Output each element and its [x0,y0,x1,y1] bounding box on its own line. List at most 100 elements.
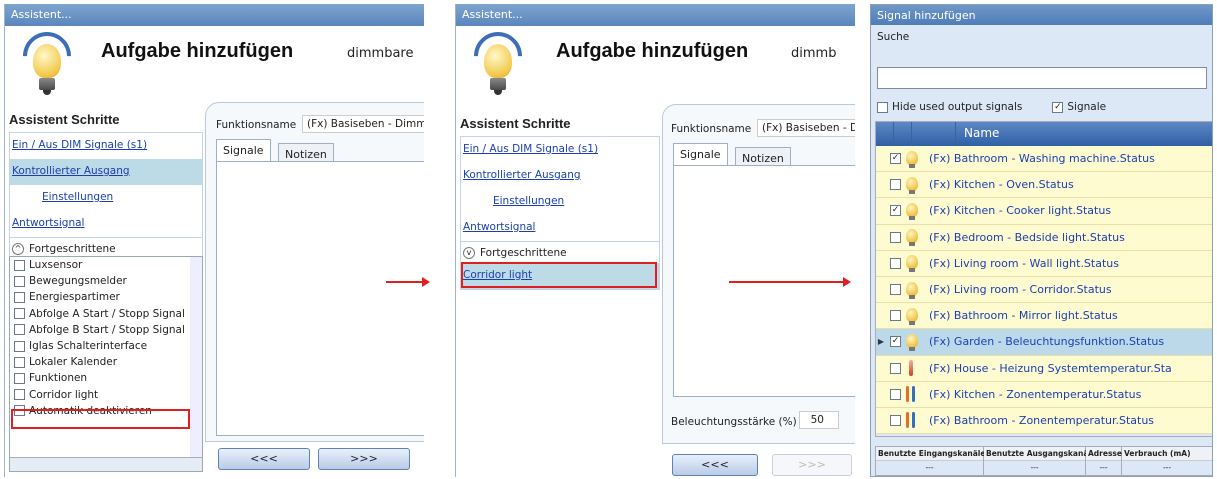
row-checkbox[interactable] [890,284,901,296]
row-checkbox[interactable]: ✓ [890,153,901,165]
advanced-label: Fortgeschrittene [29,242,116,255]
row-checkbox[interactable] [890,179,901,191]
back-button[interactable]: <<< [218,448,310,470]
hide-used-option[interactable]: Hide used output signals [877,101,1022,113]
checkbox[interactable] [14,308,25,320]
row-checkbox[interactable]: ✓ [890,336,901,348]
list-item[interactable]: Lokaler Kalender [10,354,202,370]
row-checkbox[interactable] [890,388,901,400]
row-checkbox[interactable] [890,362,901,374]
table-row[interactable]: (Fx) Bathroom - Mirror light.Status [876,303,1212,330]
step-controlled-output[interactable]: Kontrollierter Ausgang [461,163,659,189]
page-subtitle: dimmb [791,46,837,61]
footer-value: --- [1099,463,1108,472]
bulb-icon [901,332,921,352]
tab-notes[interactable]: Notizen [735,147,791,165]
table-row[interactable]: (Fx) Living room - Corridor.Status [876,276,1212,304]
list-item[interactable]: Abfolge B Start / Stopp Signal [10,322,202,338]
list-item[interactable]: Corridor light [10,387,202,403]
search-label: Suche [877,31,910,43]
checkbox[interactable] [14,340,25,352]
light-bulb-icon [13,22,81,104]
horizontal-scrollbar[interactable] [10,457,202,471]
list-item[interactable]: Funktionen [10,370,202,386]
footer-header: Benutzte Ausgangskanäle [984,447,1096,461]
step-settings[interactable]: Einstellungen [10,185,202,211]
checkbox[interactable] [14,275,25,287]
list-item[interactable]: Abfolge A Start / Stopp Signal [10,306,202,322]
function-name-label: Funktionsname [671,123,752,135]
table-row[interactable]: (Fx) Kitchen - Zonentemperatur.Status [876,381,1212,408]
next-button[interactable]: >>> [318,448,410,470]
function-name-field[interactable]: (Fx) Basiseben - Dimmb [302,115,424,133]
row-checkbox[interactable] [890,257,901,269]
table-row[interactable]: ✓ (Fx) Bathroom - Washing machine.Status [876,146,1212,173]
back-button[interactable]: <<< [672,454,758,476]
wizard-panel-1: Assistent... Aufgabe hinzufügen dimmbare… [4,4,424,477]
step-signals[interactable]: Ein / Aus DIM Signale (s1) [10,133,202,159]
step-controlled-output[interactable]: Kontrollierter Ausgang [10,159,202,185]
signale-option[interactable]: ✓ Signale [1052,101,1106,113]
footer-value: --- [925,463,934,472]
advanced-toggle[interactable]: v Fortgeschrittene [461,241,659,263]
function-name-label: Funktionsname [216,119,297,131]
next-button: >>> [772,454,852,476]
steps-heading: Assistent Schritte [9,112,120,127]
row-pointer-icon: ▶ [877,337,885,347]
highlight-box [461,262,657,288]
checkbox[interactable] [14,389,25,401]
step-signals[interactable]: Ein / Aus DIM Signale (s1) [461,137,659,163]
checkbox[interactable] [14,372,25,384]
tab-notes[interactable]: Notizen [278,143,334,161]
search-input[interactable] [877,67,1207,89]
tab-signals[interactable]: Signale [216,139,271,161]
row-checkbox[interactable] [890,231,901,243]
red-arrow [729,277,851,287]
signal-name: (Fx) Garden - Beleuchtungsfunktion.Statu… [929,335,1165,349]
table-row[interactable]: ✓ (Fx) Kitchen - Cooker light.Status [876,198,1212,225]
table-row[interactable]: (Fx) House - Heizung Systemtemperatur.St… [876,355,1212,382]
thermometer-icon [901,358,921,378]
checkbox[interactable] [14,356,25,368]
checkbox[interactable] [14,324,25,336]
row-checkbox[interactable] [890,310,901,322]
table-row[interactable]: ▶ ✓ (Fx) Garden - Beleuchtungsfunktion.Sta… [876,329,1212,356]
brightness-label: Beleuchtungsstärke (%) [671,416,797,428]
checkbox[interactable] [14,259,25,271]
row-checkbox[interactable]: ✓ [890,205,901,217]
checkbox[interactable] [877,101,888,113]
footer-header: Adresse [1086,447,1122,461]
table-row[interactable]: (Fx) Bathroom - Zonentemperatur.Status [876,407,1212,435]
step-response-signal[interactable]: Antwortsignal [461,215,659,241]
tab-signals[interactable]: Signale [673,143,728,165]
signal-name: (Fx) House - Heizung Systemtemperatur.St… [929,361,1172,375]
table-row[interactable]: (Fx) Kitchen - Oven.Status [876,172,1212,199]
list-item[interactable]: Energiespartimer [10,289,202,305]
brightness-spinner[interactable]: 50 [799,411,839,429]
step-response-signal[interactable]: Antwortsignal [10,211,202,237]
page-title: Aufgabe hinzufügen [101,40,294,62]
function-name-field[interactable]: (Fx) Basiseben - D [757,119,855,137]
steps-heading: Assistent Schritte [460,116,571,131]
chevron-down-icon: v [463,246,475,259]
chevron-up-icon: ^ [12,242,24,255]
list-item[interactable]: Iglas Schalterinterface [10,338,202,354]
bulb-icon [901,306,921,326]
add-signal-dialog: Signal hinzufügen Suche Hide used output… [870,4,1213,477]
wizard-header: Aufgabe hinzufügen dimmb [456,22,855,106]
vertical-scrollbar[interactable] [190,257,202,457]
row-checkbox[interactable] [890,414,901,426]
list-item[interactable]: Bewegungsmelder [10,273,202,289]
checkbox-checked[interactable]: ✓ [1052,101,1064,113]
page-subtitle: dimmbare [347,46,414,61]
table-row[interactable]: (Fx) Living room - Wall light.Status [876,250,1212,277]
zone-temperature-icon [901,384,921,404]
zone-temperature-icon [901,410,921,430]
checkbox[interactable] [14,291,25,303]
step-settings[interactable]: Einstellungen [461,189,659,215]
list-item[interactable]: Luxsensor [10,257,202,273]
signal-name: (Fx) Bathroom - Zonentemperatur.Status [929,413,1155,427]
table-row[interactable]: (Fx) Bedroom - Bedside light.Status [876,224,1212,251]
steps-list: Ein / Aus DIM Signale (s1) Kontrollierte… [9,132,203,260]
bulb-icon [901,201,921,221]
